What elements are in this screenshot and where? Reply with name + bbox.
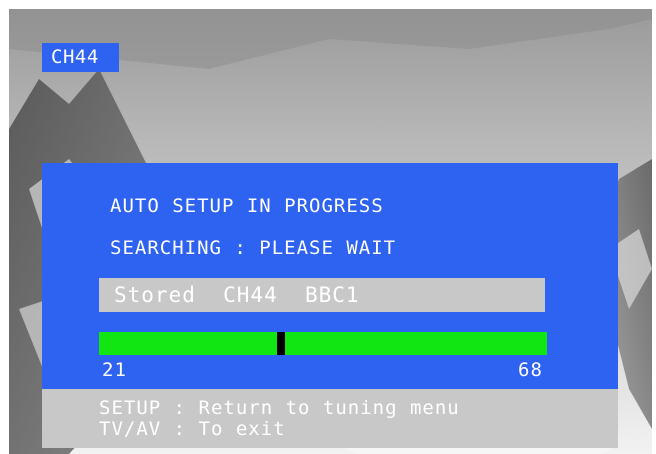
range-min-label: 21 <box>102 359 127 381</box>
range-max-label: 68 <box>518 359 543 381</box>
stored-channel-bar: Stored CH44 BBC1 <box>99 278 545 312</box>
panel-title: AUTO SETUP IN PROGRESS <box>110 195 384 217</box>
help-exit-text: TV/AV : To exit <box>99 418 286 440</box>
tuning-progress-bar <box>99 332 547 355</box>
progress-marker <box>277 332 285 355</box>
search-status: SEARCHING : PLEASE WAIT <box>110 237 397 259</box>
auto-setup-panel: AUTO SETUP IN PROGRESS SEARCHING : PLEAS… <box>42 163 618 389</box>
help-setup-text: SETUP : Return to tuning menu <box>99 397 460 419</box>
help-bar: SETUP : Return to tuning menu TV/AV : To… <box>42 389 618 448</box>
channel-indicator: CH44 <box>42 43 119 72</box>
